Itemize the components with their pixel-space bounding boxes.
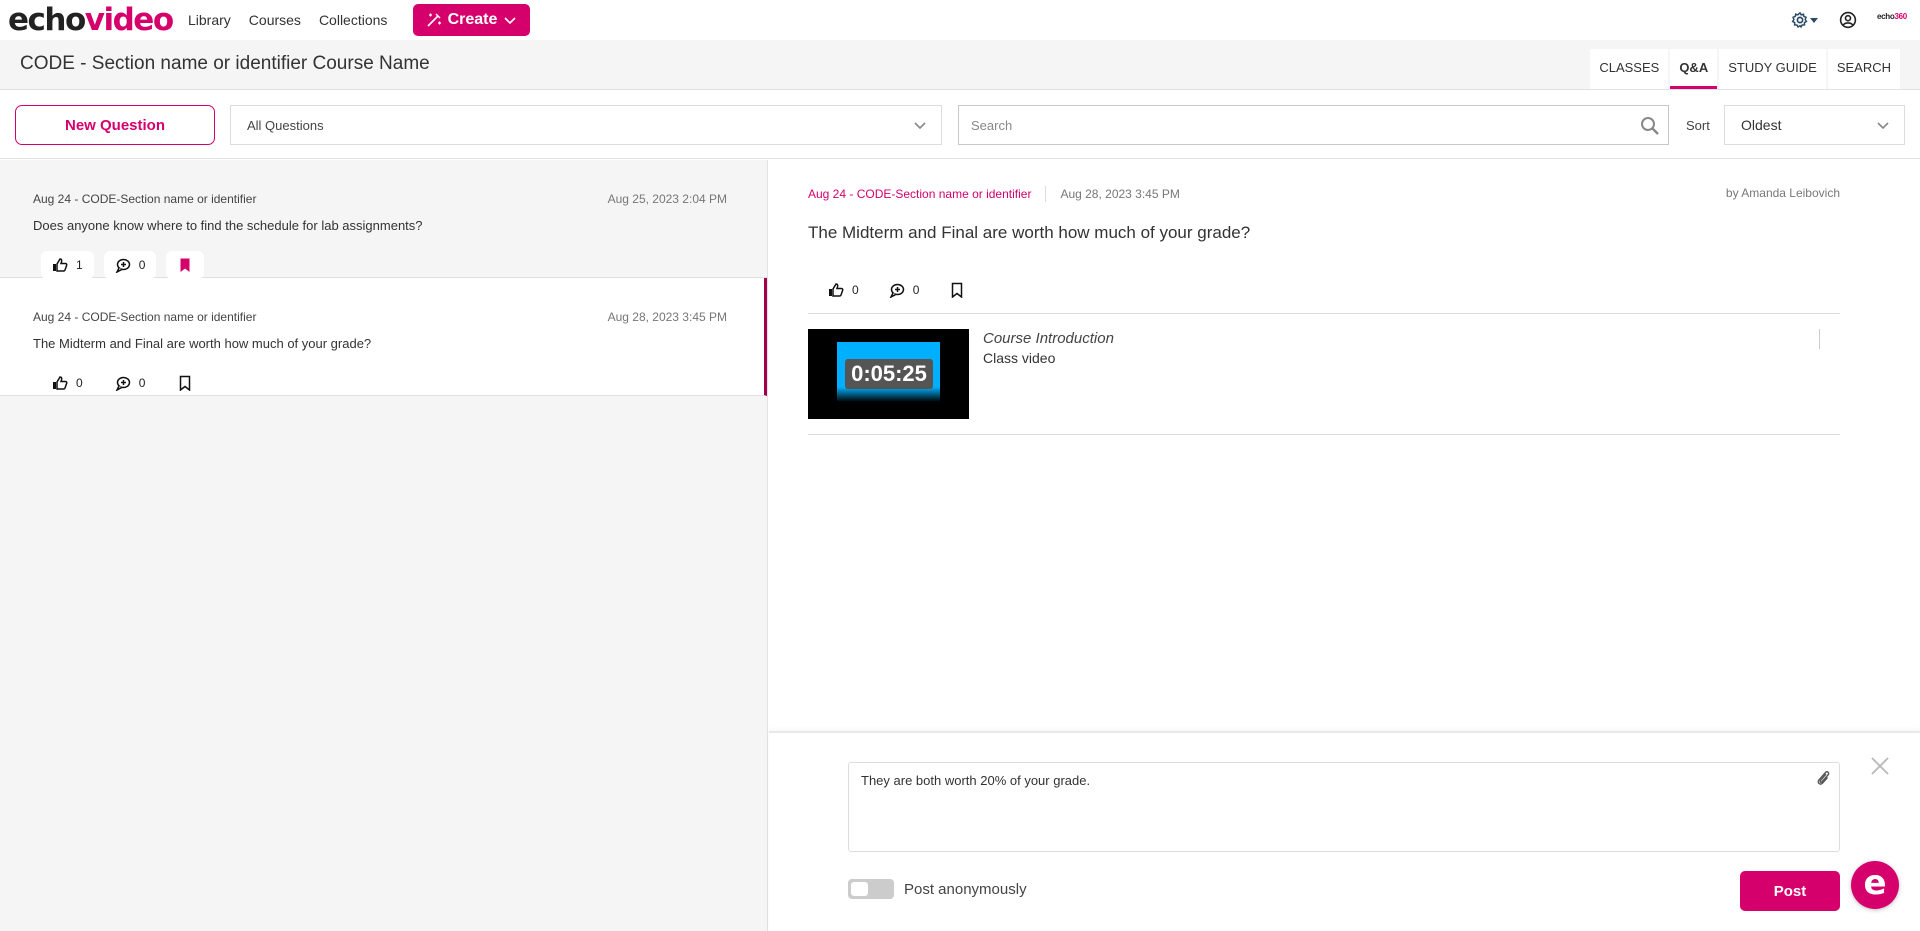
comment-plus-icon [115,258,130,273]
reply-composer: They are both worth 20% of your grade. P… [769,731,1920,931]
close-icon[interactable] [1869,755,1891,777]
anonymous-toggle[interactable] [848,879,894,899]
echovideo-logo[interactable]: echo video [8,0,174,40]
question-text: The Midterm and Final are worth how much… [33,336,372,351]
media-title[interactable]: Course Introduction [983,330,1114,347]
tab-study-guide[interactable]: STUDY GUIDE [1719,49,1826,89]
question-list: Aug 24 - CODE-Section name or identifier… [0,160,768,931]
nav-courses[interactable]: Courses [249,12,301,28]
bookmark-outline-icon [952,282,963,298]
detail-course[interactable]: Aug 24 - CODE-Section name or identifier [808,187,1031,201]
question-course: Aug 24 - CODE-Section name or identifier [33,192,257,206]
echo360-logo[interactable]: echo360 [1877,12,1907,21]
nav-library[interactable]: Library [188,12,231,28]
user-account-icon[interactable] [1839,11,1857,29]
paperclip-icon[interactable] [1815,769,1831,787]
logo-video-text: video [84,2,174,38]
reply-count-button[interactable]: 0 [103,251,157,279]
settings-menu[interactable] [1791,11,1821,29]
thumbs-up-icon [53,258,68,272]
post-button[interactable]: Post [1740,871,1840,911]
magic-wand-icon [427,13,441,27]
reply-box: They are both worth 20% of your grade. [848,762,1840,852]
caret-down-icon [1810,18,1818,23]
create-label: Create [447,11,498,28]
like-count: 1 [76,258,83,272]
bookmark-outline-icon [180,375,191,391]
question-course: Aug 24 - CODE-Section name or identifier [33,310,257,324]
course-tabs: CLASSES Q&A STUDY GUIDE SEARCH [1590,49,1900,89]
search-icon[interactable] [1640,116,1660,136]
reply-count: 0 [138,376,146,390]
sort-value: Oldest [1741,117,1782,133]
question-filter-select[interactable]: All Questions [230,105,942,145]
bookmark-button[interactable] [166,369,204,397]
qa-toolbar: New Question All Questions Sort Oldest [0,91,1920,159]
echo360-360-text: 360 [1894,12,1907,21]
detail-date: Aug 28, 2023 3:45 PM [1060,187,1180,201]
filter-value: All Questions [247,117,324,133]
toggle-knob [851,882,868,896]
bookmark-button[interactable] [939,276,975,304]
like-button[interactable]: 0 [41,369,94,397]
sort-label: Sort [1686,118,1710,133]
sort-select[interactable]: Oldest [1724,105,1905,145]
like-button[interactable]: 0 [818,276,869,304]
question-meta: Aug 24 - CODE-Section name or identifier… [808,186,1180,202]
video-timestamp: 0:05:25 [845,359,933,389]
reply-count: 0 [912,283,920,297]
chevron-down-icon [914,122,926,130]
media-subtitle: Class video [983,350,1056,366]
search-input[interactable] [959,106,1668,144]
bookmark-filled-icon [180,258,190,272]
tab-search[interactable]: SEARCH [1827,49,1900,89]
gear-icon [1791,11,1808,29]
meta-divider [1045,186,1047,202]
nav-collections[interactable]: Collections [319,12,387,28]
tab-classes[interactable]: CLASSES [1590,49,1669,89]
reply-textarea[interactable]: They are both worth 20% of your grade. [849,763,1839,851]
echo360-echo-text: echo [1877,12,1895,21]
logo-echo-text: echo [8,2,86,38]
bookmark-button[interactable] [166,251,205,279]
chevron-down-icon [1877,122,1889,130]
detail-question-text: The Midterm and Final are worth how much… [808,223,1251,242]
chevron-down-icon [504,17,516,25]
reply-count: 0 [138,258,146,272]
linked-media: 0:05:25 Course Introduction Class video [808,329,1840,435]
reply-count-button[interactable]: 0 [879,276,930,304]
question-detail: Aug 24 - CODE-Section name or identifier… [769,160,1920,731]
media-divider [1819,329,1820,349]
thumbs-up-icon [53,376,68,390]
reply-count-button[interactable]: 0 [104,369,157,397]
like-count: 0 [852,283,859,297]
course-header: CODE - Section name or identifier Course… [0,40,1920,90]
post-anonymously: Post anonymously [848,879,1027,899]
video-thumbnail[interactable]: 0:05:25 [808,329,969,419]
question-list-item[interactable]: Aug 24 - CODE-Section name or identifier… [0,160,767,279]
question-list-item-selected[interactable]: Aug 24 - CODE-Section name or identifier… [0,278,767,396]
comment-plus-icon [115,376,130,391]
echo-assistant-button[interactable]: e [1851,861,1899,909]
question-actions: 1 0 [41,251,205,279]
page-title: CODE - Section name or identifier Course… [20,53,430,74]
search-field [958,105,1669,145]
question-text: Does anyone know where to find the sched… [33,218,423,233]
comment-plus-icon [889,283,904,298]
new-question-button[interactable]: New Question [15,105,215,145]
divider [808,313,1840,314]
question-date: Aug 25, 2023 2:04 PM [607,192,727,206]
create-button[interactable]: Create [413,4,530,36]
question-date: Aug 28, 2023 3:45 PM [607,310,727,324]
tab-qa[interactable]: Q&A [1670,49,1718,89]
main-nav-links: Library Courses Collections [188,0,405,40]
detail-actions: 0 0 [818,276,975,304]
anonymous-label: Post anonymously [904,880,1027,898]
top-navigation: echo video Library Courses Collections Cr… [0,0,1920,40]
like-count: 0 [76,376,83,390]
thumbs-up-icon [829,283,844,297]
question-actions: 0 0 [41,369,204,397]
like-button[interactable]: 1 [41,251,94,279]
detail-author: by Amanda Leibovich [1725,186,1840,200]
